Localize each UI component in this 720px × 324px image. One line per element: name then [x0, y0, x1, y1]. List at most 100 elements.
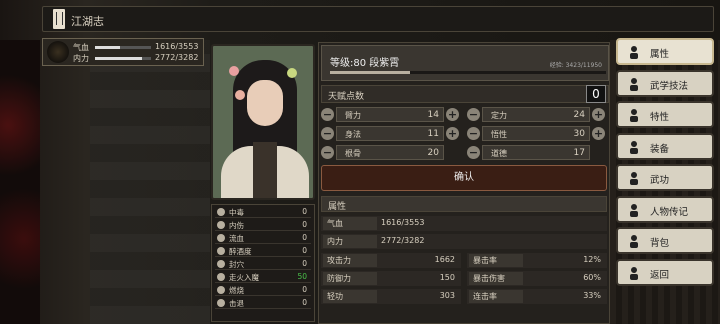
attr-cell-value: 33% — [583, 291, 601, 300]
attr-cell-value: 12% — [583, 255, 601, 264]
stat-focus-box: 定力 24 — [482, 107, 590, 122]
stat-focus-row: − 定力 24 + — [467, 107, 605, 122]
attr-cell-label: 暴击伤害 — [469, 272, 523, 285]
status-effect-name: 封穴 — [229, 260, 244, 269]
status-effect-value: 0 — [302, 207, 307, 216]
attr-cell-value: 60% — [583, 273, 601, 282]
portrait-face — [247, 80, 283, 126]
stat-root-value: 20 — [427, 148, 439, 158]
flower-ornament-icon — [235, 90, 245, 100]
drunk-icon — [217, 247, 225, 255]
stat-arm-value: 14 — [427, 110, 439, 120]
decrease-stat-agility-button[interactable]: − — [321, 127, 334, 140]
status-effect-row: 燃烧 0 — [215, 285, 311, 296]
decrease-stat-focus-button[interactable]: − — [467, 108, 480, 121]
status-effect-name: 燃烧 — [229, 286, 244, 295]
flower-ornament-icon — [229, 66, 239, 76]
exp-text: 经验: 3423/11950 — [549, 62, 602, 69]
player-mini-status[interactable]: 气血 1616/3553 内力 2772/3282 — [42, 38, 204, 66]
attr-cell-label: 暴击率 — [469, 254, 523, 267]
attr-neili-value: 2772/3282 — [381, 236, 425, 245]
attr-cell-value: 303 — [439, 291, 455, 300]
menu-button-label: 武学技法 — [650, 80, 689, 92]
person-icon — [630, 46, 638, 59]
portrait-inner-robe — [253, 142, 277, 198]
status-effects-list: 中毒 0 内伤 0 流血 0 醉酒度 0 封穴 0 走火入魔 50 燃烧 0 击… — [211, 204, 315, 322]
attr-cell-label: 轻功 — [323, 290, 377, 303]
stat-wisdom-value: 30 — [573, 129, 585, 139]
menu-button-label: 武功 — [650, 175, 670, 186]
attr-cell: 攻击力 1662 — [321, 253, 461, 268]
exit-door-icon — [630, 266, 638, 280]
menu-button-3[interactable]: 装备 — [616, 132, 714, 160]
talent-points-value: 0 — [586, 85, 606, 103]
status-effect-value: 0 — [302, 298, 307, 307]
menu-button-2[interactable]: 特性 — [616, 101, 714, 128]
mini-qi-row: 气血 1616/3553 — [73, 42, 203, 53]
attr-qi-row: 气血 1616/3553 — [321, 216, 607, 231]
status-effect-row: 醉酒度 0 — [215, 246, 311, 257]
menu-button-6[interactable]: 背包 — [616, 227, 714, 254]
status-effect-value: 0 — [302, 285, 307, 294]
knockback-icon — [217, 299, 225, 307]
decrease-stat-arm-button[interactable]: − — [321, 108, 334, 121]
menu-button-0[interactable]: 属性 — [616, 38, 714, 65]
mini-qi-value: 1616/3553 — [155, 42, 199, 51]
trait-icon — [630, 109, 638, 122]
burn-icon — [217, 286, 225, 294]
status-effect-name: 走火入魔 — [229, 273, 259, 282]
increase-stat-arm-button[interactable]: + — [446, 108, 459, 121]
mini-neili-label: 内力 — [73, 54, 89, 63]
increase-stat-wisdom-button[interactable]: + — [592, 127, 605, 140]
decrease-stat-wisdom-button[interactable]: − — [467, 127, 480, 140]
journal-bar[interactable]: 江湖志 — [42, 6, 714, 32]
menu-button-label: 背包 — [650, 238, 670, 249]
menu-button-7[interactable]: 返回 — [616, 258, 714, 286]
scene-left-foliage — [0, 40, 40, 324]
mini-qi-fill — [95, 46, 121, 49]
attribute-panel: 等级:80 段紫霄 经验: 3423/11950 天赋点数 0 − 臂力 14 +… — [318, 42, 610, 324]
decrease-stat-root-button[interactable]: − — [321, 146, 334, 159]
status-effect-name: 醉酒度 — [229, 247, 252, 256]
side-menu: 属性 武学技法 特性 装备 武功 人物传记 背包 返回 — [616, 38, 714, 290]
mini-neili-bar — [95, 57, 151, 60]
menu-button-4[interactable]: 武功 — [616, 164, 714, 191]
confirm-button[interactable]: 确认 — [321, 165, 607, 191]
mini-neili-row: 内力 2772/3282 — [73, 53, 203, 64]
menu-button-5[interactable]: 人物传记 — [616, 195, 714, 223]
journal-title: 江湖志 — [71, 15, 104, 28]
attr-qi-label: 气血 — [323, 217, 377, 230]
increase-stat-agility-button[interactable]: + — [446, 127, 459, 140]
status-effect-name: 中毒 — [229, 208, 244, 217]
stat-agility-box: 身法 11 — [336, 126, 444, 141]
status-effect-value: 0 — [302, 259, 307, 268]
stat-agility-value: 11 — [427, 129, 439, 139]
decrease-stat-morality-button[interactable]: − — [467, 146, 480, 159]
status-effect-row: 击退 0 — [215, 298, 311, 309]
scene-wall — [90, 40, 210, 324]
attr-cell-label: 连击率 — [469, 290, 523, 303]
level-text: 等级:80 段紫霄 — [330, 58, 400, 69]
status-effect-value: 50 — [297, 272, 307, 281]
attr-cell-value: 1662 — [434, 255, 455, 264]
stat-root-box: 根骨 20 — [336, 145, 444, 160]
attr-cell-value: 150 — [439, 273, 455, 282]
stat-morality-row: − 道德 17 — [467, 145, 605, 160]
status-effect-name: 内伤 — [229, 221, 244, 230]
status-effect-name: 流血 — [229, 234, 244, 243]
menu-button-1[interactable]: 武学技法 — [616, 69, 714, 97]
stat-morality-value: 17 — [573, 148, 585, 158]
internal-injury-icon — [217, 221, 225, 229]
attr-cell: 暴击伤害 60% — [467, 271, 607, 286]
status-effect-name: 击退 — [229, 299, 244, 308]
status-effect-value: 0 — [302, 246, 307, 255]
stat-wisdom-row: − 悟性 30 + — [467, 126, 605, 141]
mini-qi-bar — [95, 46, 151, 49]
attr-cell: 防御力 150 — [321, 271, 461, 286]
exp-bar — [330, 71, 606, 74]
increase-stat-focus-button[interactable]: + — [592, 108, 605, 121]
sword-icon — [630, 140, 638, 154]
status-effect-value: 0 — [302, 233, 307, 242]
menu-button-label: 特性 — [650, 112, 670, 123]
flower-ornament-icon — [287, 68, 297, 78]
